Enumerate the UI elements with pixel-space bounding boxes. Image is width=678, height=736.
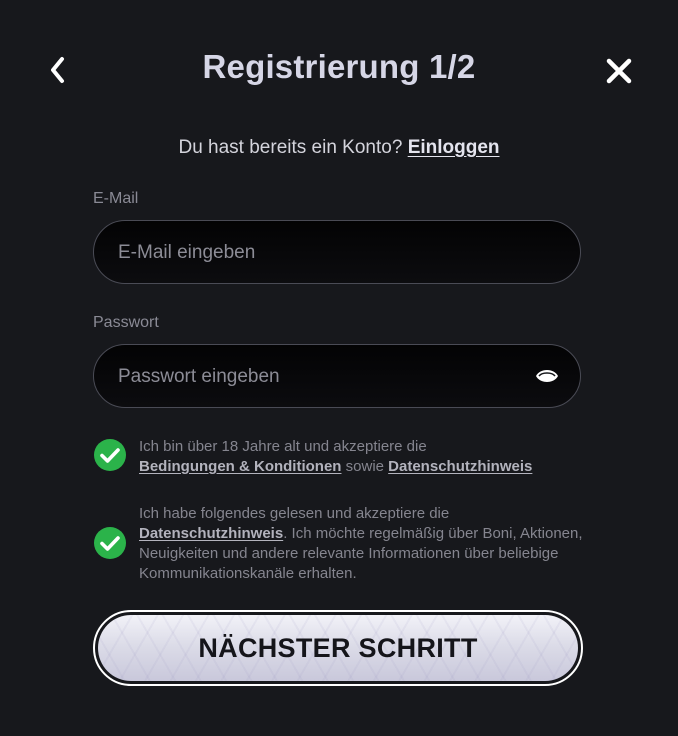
registration-modal: Registrierung 1/2 Du hast bereits ein Ko… bbox=[0, 0, 678, 736]
age-consent-checkbox[interactable] bbox=[93, 438, 127, 472]
privacy-notice-link-2[interactable]: Datenschutzhinweis bbox=[139, 525, 283, 542]
login-link[interactable]: Einloggen bbox=[408, 137, 500, 158]
close-icon bbox=[606, 58, 632, 84]
login-prompt: Du hast bereits ein Konto? Einloggen bbox=[0, 137, 678, 159]
password-visibility-toggle[interactable] bbox=[534, 365, 560, 387]
email-field[interactable] bbox=[116, 221, 520, 285]
privacy-notice-link[interactable]: Datenschutzhinweis bbox=[388, 458, 532, 475]
age-consent-text-before: Ich bin über 18 Jahre alt und akzeptiere… bbox=[139, 438, 427, 455]
age-consent-middle: sowie bbox=[341, 458, 389, 475]
password-field[interactable] bbox=[116, 345, 520, 409]
next-step-label: NÄCHSTER SCHRITT bbox=[198, 632, 478, 663]
password-label: Passwort bbox=[93, 314, 159, 331]
close-button[interactable] bbox=[600, 52, 638, 90]
checkmark-icon bbox=[94, 439, 126, 471]
eye-icon bbox=[536, 370, 558, 382]
password-field-wrapper bbox=[93, 344, 581, 409]
checkmark-icon bbox=[94, 527, 126, 559]
email-label: E-Mail bbox=[93, 190, 139, 207]
page-title: Registrierung 1/2 bbox=[202, 48, 476, 85]
email-field-wrapper bbox=[93, 220, 581, 285]
login-prompt-text: Du hast bereits ein Konto? bbox=[178, 137, 403, 158]
marketing-consent-checkbox[interactable] bbox=[93, 526, 127, 560]
next-step-button[interactable]: NÄCHSTER SCHRITT bbox=[93, 610, 583, 686]
next-step-button-face: NÄCHSTER SCHRITT bbox=[98, 615, 578, 681]
marketing-consent-text-before: Ich habe folgendes gelesen und akzeptier… bbox=[139, 505, 450, 522]
marketing-consent-text: Ich habe folgendes gelesen und akzeptier… bbox=[139, 504, 589, 584]
age-consent-text: Ich bin über 18 Jahre alt und akzeptiere… bbox=[139, 437, 589, 477]
terms-link[interactable]: Bedingungen & Konditionen bbox=[139, 458, 341, 475]
